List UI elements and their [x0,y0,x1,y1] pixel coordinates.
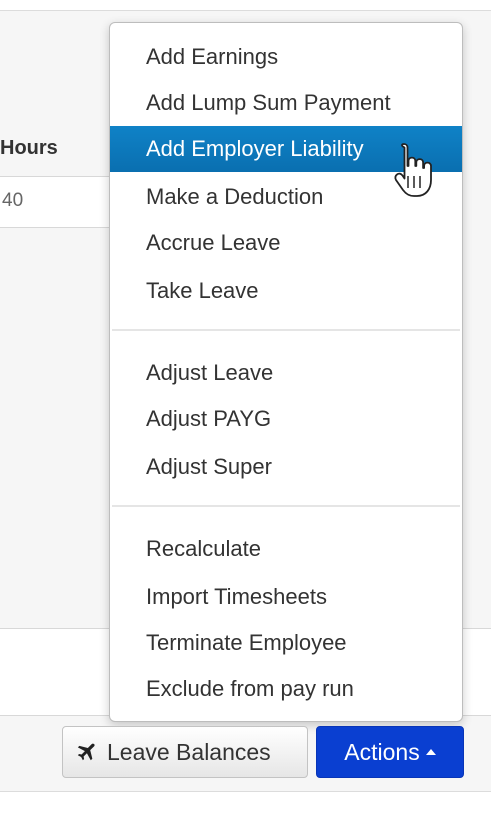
actions-label: Actions [344,738,420,765]
plane-icon [77,743,95,761]
menu-item-take-leave[interactable]: Take Leave [110,268,462,314]
menu-item-exclude-from-pay-run[interactable]: Exclude from pay run [110,666,462,712]
leave-balances-label: Leave Balances [107,738,271,765]
menu-item-adjust-leave[interactable]: Adjust Leave [110,350,462,396]
menu-item-adjust-payg[interactable]: Adjust PAYG [110,396,462,442]
menu-item-add-earnings[interactable]: Add Earnings [110,34,462,80]
hours-value: 40 [2,190,24,211]
caret-up-icon [425,749,436,755]
actions-dropdown-menu: Add Earnings Add Lump Sum Payment Add Em… [109,22,463,722]
hours-column-header: Hours [0,137,58,159]
menu-item-add-lump-sum-payment[interactable]: Add Lump Sum Payment [110,80,462,126]
menu-divider [112,329,460,331]
hand-pointer-icon [394,143,432,197]
menu-item-import-timesheets[interactable]: Import Timesheets [110,574,462,620]
menu-item-adjust-super[interactable]: Adjust Super [110,444,462,490]
leave-balances-button[interactable]: Leave Balances [62,726,308,778]
menu-divider [112,505,460,507]
actions-button[interactable]: Actions [316,726,464,778]
menu-item-terminate-employee[interactable]: Terminate Employee [110,620,462,666]
menu-item-accrue-leave[interactable]: Accrue Leave [110,220,462,266]
menu-item-recalculate[interactable]: Recalculate [110,526,462,572]
